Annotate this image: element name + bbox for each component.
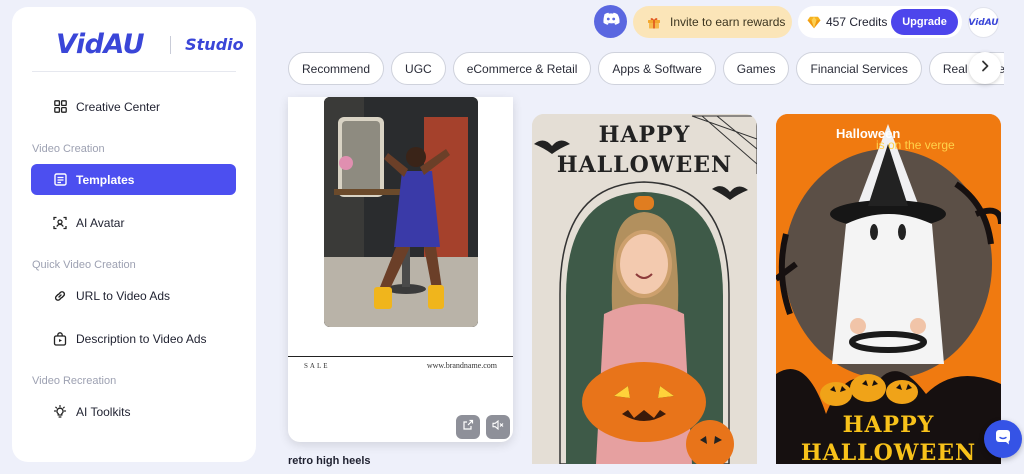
bag-icon (53, 331, 67, 346)
chip-ugc[interactable]: UGC (391, 52, 446, 85)
discord-button[interactable] (594, 5, 627, 38)
gift-icon (647, 16, 661, 29)
card-headline-halloween: HALLOWEEN (800, 440, 977, 464)
sidebar-item-label: Description to Video Ads (76, 331, 207, 346)
template-card-happy-halloween[interactable]: HAPPY HALLOWEEN (532, 114, 757, 464)
sidebar-item-label: AI Avatar (76, 215, 125, 230)
chip-financial-services[interactable]: Financial Services (796, 52, 922, 85)
grid-icon (53, 100, 67, 114)
upgrade-button[interactable]: Upgrade (891, 9, 958, 35)
card-headline-happy: HAPPY (598, 122, 691, 148)
discord-icon (601, 12, 621, 32)
sidebar-item-description-to-video-ads[interactable]: Description to Video Ads (31, 323, 236, 354)
share-icon (462, 418, 474, 436)
share-button[interactable] (456, 415, 480, 439)
template-thumbnail (324, 97, 478, 327)
card-sub-text: is on the verge (876, 138, 955, 152)
mute-icon (492, 418, 504, 436)
sidebar-item-templates[interactable]: Templates (31, 164, 236, 195)
sidebar-item-url-to-video-ads[interactable]: URL to Video Ads (31, 280, 236, 311)
sidebar-item-ai-toolkits[interactable]: AI Toolkits (31, 396, 236, 427)
sidebar-item-creative-center[interactable]: Creative Center (31, 91, 236, 122)
category-filter-bar: Recommend UGC eCommerce & Retail Apps & … (288, 52, 1004, 86)
sidebar-divider (32, 71, 236, 72)
brand-studio-label: Studio (185, 35, 244, 54)
sidebar-item-label: Creative Center (76, 99, 161, 114)
sidebar-item-label: Templates (76, 172, 135, 187)
section-label-video-creation: Video Creation (32, 143, 105, 155)
chip-recommend[interactable]: Recommend (288, 52, 385, 85)
template-card-retro-high-heels[interactable]: SALE www.brandname.com (288, 97, 513, 442)
section-label-quick-video-creation: Quick Video Creation (32, 259, 136, 271)
mute-button[interactable] (486, 415, 510, 439)
card-headline-halloween: HALLOWEEN (556, 152, 733, 178)
sidebar-item-label: AI Toolkits (76, 404, 131, 419)
credits-display: 457 Credits Upgrade (798, 6, 962, 38)
card-headline-happy: HAPPY (842, 412, 935, 438)
chip-ecommerce-retail[interactable]: eCommerce & Retail (452, 52, 592, 85)
template-card-halloween-on-the-verge[interactable]: Halloween is on the verge HAPPY HALLOWEE… (776, 114, 1001, 464)
invite-rewards-button[interactable]: Invite to earn rewards (633, 6, 792, 38)
chevron-right-icon (980, 59, 990, 77)
vidau-logo: VidAU (56, 29, 145, 60)
invite-label: Invite to earn rewards (670, 15, 786, 29)
sidebar-item-ai-avatar[interactable]: AI Avatar (31, 207, 236, 238)
chip-apps-software[interactable]: Apps & Software (598, 52, 716, 85)
brand[interactable]: VidAU Studio (56, 29, 244, 60)
support-chat-button[interactable] (984, 420, 1022, 458)
chat-icon (994, 428, 1012, 451)
card-divider (288, 356, 513, 357)
link-icon (53, 289, 67, 303)
sidebar-item-label: URL to Video Ads (76, 288, 171, 303)
categories-next-button[interactable] (969, 52, 1001, 84)
sale-text: SALE (304, 362, 330, 370)
avatar-icon (53, 216, 67, 230)
templates-icon (53, 173, 67, 187)
user-avatar[interactable]: VidAU (968, 7, 999, 38)
brandname-text: www.brandname.com (426, 361, 497, 370)
chip-games[interactable]: Games (722, 52, 790, 85)
bulb-icon (53, 404, 67, 419)
section-label-video-recreation: Video Recreation (32, 375, 117, 387)
gem-icon (807, 16, 821, 29)
sidebar: VidAU Studio Creative Center Video Creat… (12, 7, 256, 462)
template-title: retro high heels (288, 455, 371, 467)
credits-count: 457 Credits (826, 15, 888, 29)
brand-separator (170, 35, 172, 54)
